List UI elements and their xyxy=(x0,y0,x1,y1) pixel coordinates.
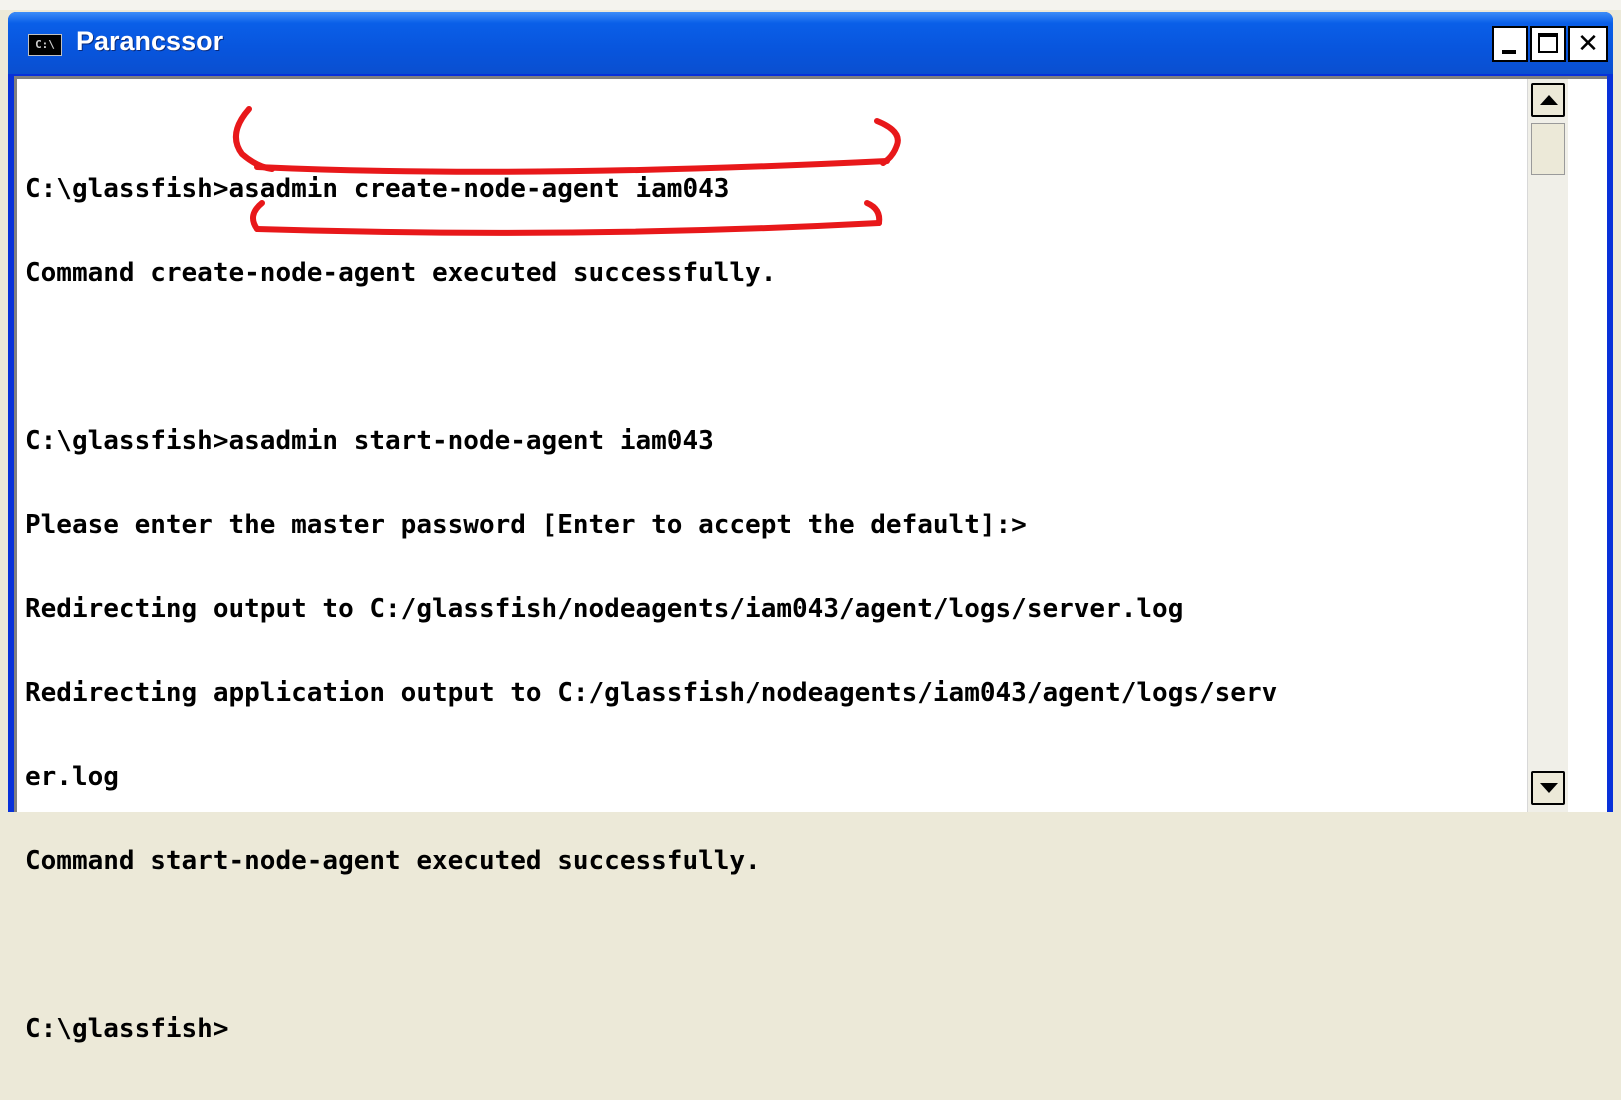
scrollbar-thumb[interactable] xyxy=(1531,123,1565,175)
close-button[interactable]: ✕ xyxy=(1568,26,1608,62)
arrow-up-icon xyxy=(1540,95,1558,105)
console-line: Please enter the master password [Enter … xyxy=(25,510,1027,540)
console-line: Redirecting output to C:/glassfish/nodea… xyxy=(25,594,1184,624)
console-line: Command create-node-agent executed succe… xyxy=(25,258,777,288)
maximize-button[interactable] xyxy=(1530,26,1566,62)
window-title: Parancssor xyxy=(76,26,224,56)
console-line: C:\glassfish> xyxy=(25,1014,229,1044)
arrow-down-icon xyxy=(1540,783,1558,793)
console-icon[interactable]: C:\ xyxy=(28,34,62,56)
desktop-background xyxy=(0,0,1621,10)
scroll-up-button[interactable] xyxy=(1531,83,1565,117)
title-bar[interactable]: C:\ Parancssor ✕ xyxy=(8,12,1613,74)
close-icon: ✕ xyxy=(1577,29,1599,59)
console-line: C:\glassfish>asadmin create-node-agent i… xyxy=(25,174,730,204)
minimize-button[interactable] xyxy=(1492,26,1528,62)
console-window: C:\ Parancssor ✕ C:\glassfish>asadmin cr… xyxy=(8,12,1613,1043)
console-line: Redirecting application output to C:/gla… xyxy=(25,678,1278,708)
console-line: er.log xyxy=(25,762,119,792)
console-area[interactable]: C:\glassfish>asadmin create-node-agent i… xyxy=(14,76,1607,1043)
console-line: Command start-node-agent executed succes… xyxy=(25,846,761,876)
minimize-icon xyxy=(1502,50,1516,54)
vertical-scrollbar[interactable] xyxy=(1527,79,1568,812)
console-line: C:\glassfish>asadmin start-node-agent ia… xyxy=(25,426,714,456)
console-output[interactable]: C:\glassfish>asadmin create-node-agent i… xyxy=(25,119,1525,1099)
maximize-icon xyxy=(1538,33,1558,53)
scroll-down-button[interactable] xyxy=(1531,771,1565,805)
